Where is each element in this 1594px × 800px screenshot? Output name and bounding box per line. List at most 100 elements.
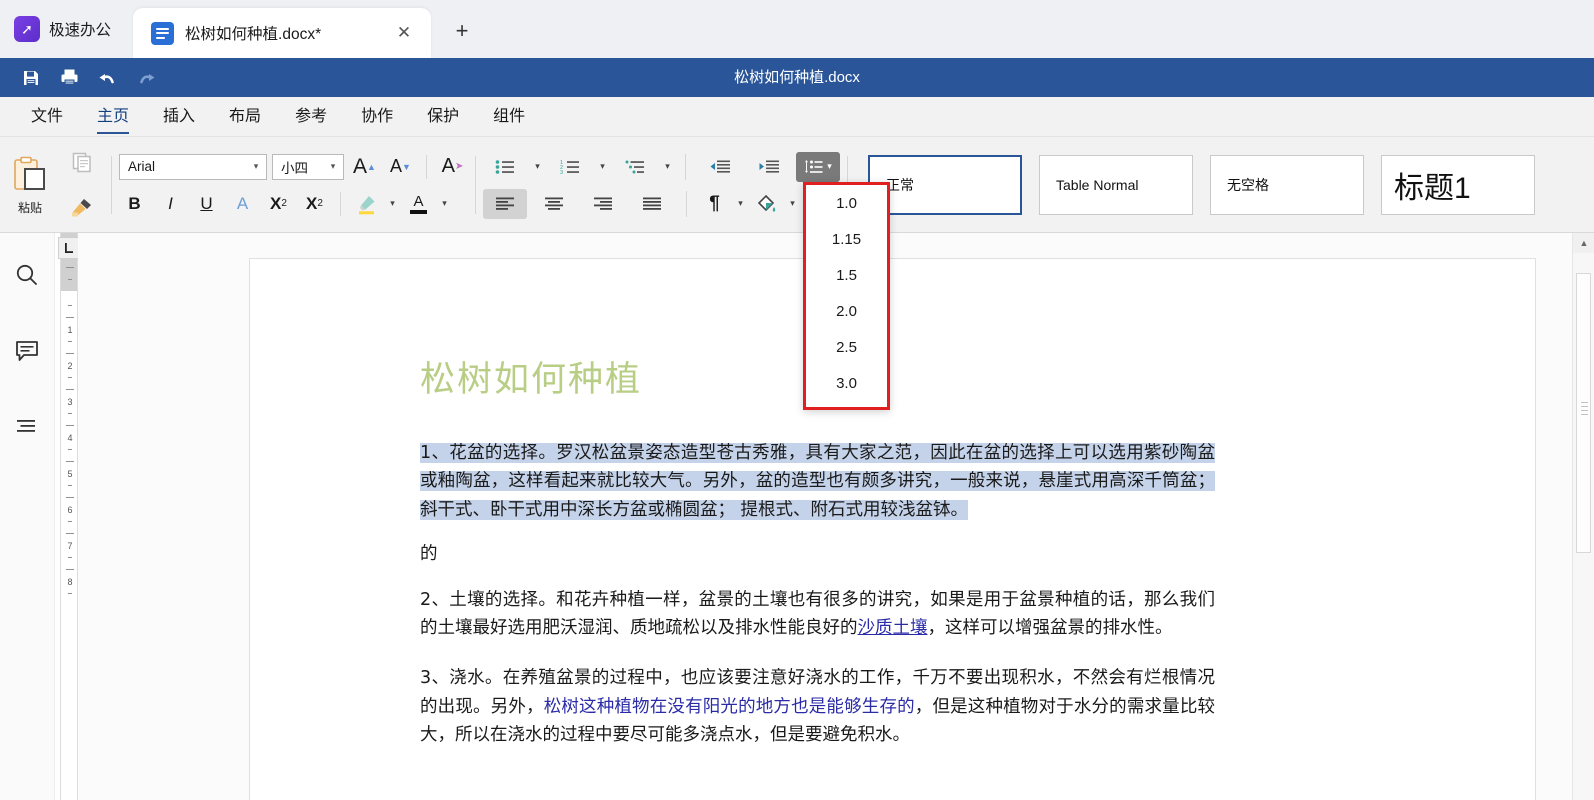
menu-tab-home[interactable]: 主页 <box>80 97 146 137</box>
vertical-ruler[interactable]: 1 2 3 4 5 6 7 8 <box>60 233 78 800</box>
vertical-ruler-tick: 7 <box>61 541 78 551</box>
tab-stop-icon <box>63 242 75 254</box>
save-button[interactable] <box>12 58 50 97</box>
outline-icon <box>14 414 40 440</box>
multilevel-list-button[interactable] <box>613 152 657 182</box>
grow-font-button[interactable]: A▲ <box>349 152 380 182</box>
hyperlink-sandy-soil[interactable]: 沙质土壤 <box>858 618 928 638</box>
line-spacing-option-1-0[interactable]: 1.0 <box>806 185 887 221</box>
chevron-down-icon[interactable]: ▾ <box>327 161 339 172</box>
chevron-down-icon[interactable]: ▾ <box>532 161 543 172</box>
menu-tab-components[interactable]: 组件 <box>476 97 542 137</box>
copy-button[interactable] <box>67 147 97 177</box>
scroll-up-icon[interactable]: ▲ <box>1573 233 1594 253</box>
chevron-down-icon[interactable]: ▾ <box>439 198 450 209</box>
document-page[interactable]: 松树如何种植 1、花盆的选择。罗汉松盆景姿态造型苍古秀雅，具有大家之范，因此在盆… <box>250 259 1535 800</box>
underline-button[interactable]: U <box>191 189 222 219</box>
editor-work-area: 1 2 3 4 5 6 7 8 3 2 1 <box>0 233 1594 800</box>
chevron-down-icon[interactable]: ▾ <box>597 161 608 172</box>
font-size-combo[interactable]: 小四 ▾ <box>272 154 344 180</box>
clipboard-small-buttons <box>60 137 104 233</box>
divider <box>475 156 476 214</box>
sidebar-item-outline[interactable] <box>10 410 44 444</box>
paragraph-3[interactable]: 3、浇水。在养殖盆景的过程中，也应该要注意好浇水的工作，千万不要出现积水，不然会… <box>420 664 1215 749</box>
document-tab-label: 松树如何种植.docx* <box>185 22 380 44</box>
chevron-down-icon[interactable]: ▾ <box>735 198 746 209</box>
clear-formatting-button[interactable]: A➤ <box>437 152 468 182</box>
format-painter-button[interactable] <box>67 193 97 223</box>
style-normal[interactable]: 正常 <box>868 155 1022 215</box>
chevron-down-icon[interactable]: ▾ <box>662 161 673 172</box>
sidebar-item-search[interactable] <box>10 258 44 292</box>
hyperlink-pine-survive[interactable]: 松树这种植物在没有阳光的地方也是能够生存的 <box>544 697 915 717</box>
document-tab[interactable]: 松树如何种植.docx* ✕ <box>133 8 431 58</box>
tab-stop-selector[interactable] <box>58 237 80 259</box>
chevron-down-icon[interactable]: ▾ <box>827 161 832 172</box>
font-name-combo[interactable]: Arial ▾ <box>119 154 267 180</box>
redo-button[interactable] <box>126 58 164 97</box>
bullet-list-button[interactable] <box>483 152 527 182</box>
shading-button[interactable] <box>751 189 782 219</box>
subscript-sub: 2 <box>317 198 323 209</box>
vertical-scrollbar[interactable]: ▲ <box>1572 233 1594 800</box>
align-left-button[interactable] <box>483 189 527 219</box>
chevron-down-icon[interactable]: ▾ <box>387 198 398 209</box>
line-spacing-dropdown[interactable]: 1.0 1.15 1.5 2.0 2.5 3.0 <box>803 182 890 410</box>
paragraph-2-text-b: ，这样可以增强盆景的排水性。 <box>928 618 1173 638</box>
close-icon[interactable]: ✕ <box>391 20 417 46</box>
menu-tab-reference[interactable]: 参考 <box>278 97 344 137</box>
style-table-normal[interactable]: Table Normal <box>1039 155 1193 215</box>
numbered-list-button[interactable]: 1 2 3 <box>548 152 592 182</box>
document-body[interactable]: 松树如何种植 1、花盆的选择。罗汉松盆景姿态造型苍古秀雅，具有大家之范，因此在盆… <box>420 359 1215 771</box>
app-brand: 极速办公 <box>0 0 133 58</box>
italic-button[interactable]: I <box>155 189 186 219</box>
bold-button[interactable]: B <box>119 189 150 219</box>
vertical-ruler-tick: 6 <box>61 505 78 515</box>
highlight-button[interactable] <box>351 189 382 219</box>
chevron-down-icon[interactable]: ▾ <box>787 198 798 209</box>
increase-indent-button[interactable] <box>747 152 791 182</box>
paragraph-2[interactable]: 2、土壤的选择。和花卉种植一样，盆景的土壤也有很多的讲究，如果是用于盆景种植的话… <box>420 586 1215 643</box>
menu-tab-insert[interactable]: 插入 <box>146 97 212 137</box>
font-color-button[interactable]: A <box>403 189 434 219</box>
print-button[interactable] <box>50 58 88 97</box>
increase-indent-icon <box>758 159 780 175</box>
justify-icon <box>642 196 662 212</box>
left-sidebar <box>0 233 55 800</box>
style-heading1[interactable]: 标题1 <box>1381 155 1535 215</box>
shrink-font-button[interactable]: A▼ <box>385 152 416 182</box>
strikethrough-button[interactable]: A <box>227 189 258 219</box>
line-spacing-button[interactable]: ▾ <box>796 152 840 182</box>
menu-tab-file[interactable]: 文件 <box>14 97 80 137</box>
superscript-button[interactable]: X2 <box>263 189 294 219</box>
align-right-button[interactable] <box>581 189 625 219</box>
menu-tab-collab[interactable]: 协作 <box>344 97 410 137</box>
scrollbar-thumb[interactable] <box>1576 273 1591 553</box>
superscript-label: X <box>270 194 281 214</box>
chevron-down-icon[interactable]: ▾ <box>250 161 262 172</box>
line-spacing-option-1-15[interactable]: 1.15 <box>806 221 887 257</box>
paragraph-stray[interactable]: 的 <box>420 546 1215 564</box>
justify-button[interactable] <box>630 189 674 219</box>
subscript-button[interactable]: X2 <box>299 189 330 219</box>
paste-button[interactable]: 粘贴 <box>0 137 60 233</box>
line-spacing-option-1-5[interactable]: 1.5 <box>806 257 887 293</box>
menu-tab-layout[interactable]: 布局 <box>212 97 278 137</box>
line-spacing-option-3-0[interactable]: 3.0 <box>806 365 887 401</box>
document-icon <box>151 22 174 45</box>
sidebar-item-comments[interactable] <box>10 334 44 368</box>
numbered-list-icon: 1 2 3 <box>560 159 580 175</box>
clipboard-paste-icon <box>10 155 50 197</box>
decrease-indent-button[interactable] <box>698 152 742 182</box>
line-spacing-option-2-0[interactable]: 2.0 <box>806 293 887 329</box>
align-center-button[interactable] <box>532 189 576 219</box>
undo-button[interactable] <box>88 58 126 97</box>
ribbon-toolbar: 粘贴 <box>0 137 1594 233</box>
style-no-spacing[interactable]: 无空格 <box>1210 155 1364 215</box>
redo-icon <box>134 68 156 88</box>
paragraph-1[interactable]: 1、花盆的选择。罗汉松盆景姿态造型苍古秀雅，具有大家之范，因此在盆的选择上可以选… <box>420 439 1215 524</box>
menu-tab-protect[interactable]: 保护 <box>410 97 476 137</box>
show-marks-button[interactable]: ¶ <box>699 189 730 219</box>
new-tab-icon[interactable]: + <box>447 16 477 46</box>
line-spacing-option-2-5[interactable]: 2.5 <box>806 329 887 365</box>
